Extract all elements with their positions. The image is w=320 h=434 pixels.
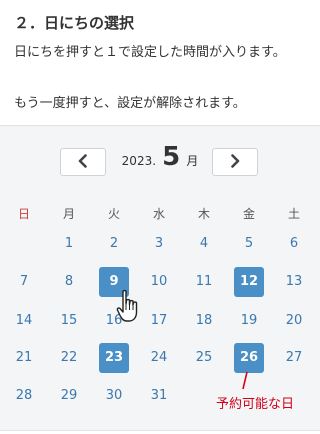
weekday-mon: 月	[62, 207, 75, 221]
hand-pointer-icon	[116, 289, 142, 323]
calendar-day[interactable]: 8	[54, 267, 84, 297]
calendar-day[interactable]: 17	[144, 306, 174, 336]
calendar-day[interactable]: 21	[9, 343, 39, 373]
calendar-day[interactable]: 31	[144, 381, 174, 411]
weekday-wed: 水	[152, 207, 165, 221]
month-number: 5	[162, 142, 181, 172]
calendar-day[interactable]: 14	[9, 306, 39, 336]
calendar-day[interactable]: 5	[234, 229, 264, 259]
weekday-thu: 木	[197, 207, 210, 221]
calendar-day[interactable]: 10	[144, 267, 174, 297]
chevron-left-icon	[77, 153, 89, 172]
calendar-day[interactable]: 4	[189, 229, 219, 259]
instruction-text-2: もう一度押すと、設定が解除されます。	[14, 96, 246, 111]
calendar-day-selected[interactable]: 26	[234, 343, 264, 373]
current-month-label: 2023. 5 月	[110, 142, 210, 172]
available-days-annotation: 予約可能な日	[216, 397, 295, 412]
weekday-sat: 土	[287, 207, 300, 221]
calendar-day-selected[interactable]: 23	[99, 343, 129, 373]
year-label: 2023.	[121, 154, 157, 168]
calendar-day[interactable]: 19	[234, 306, 264, 336]
next-month-button[interactable]	[212, 148, 258, 176]
calendar-day[interactable]: 3	[144, 229, 174, 259]
calendar-day[interactable]: 30	[99, 381, 129, 411]
calendar-day[interactable]: 20	[279, 306, 309, 336]
weekday-tue: 火	[107, 207, 120, 221]
calendar-day[interactable]: 13	[279, 267, 309, 297]
section-title: ２．日にちの選択	[14, 14, 135, 32]
calendar-day[interactable]: 1	[54, 229, 84, 259]
calendar-day[interactable]: 11	[189, 267, 219, 297]
calendar-day[interactable]: 29	[54, 381, 84, 411]
weekday-fri: 金	[242, 207, 255, 221]
instruction-text-1: 日にちを押すと１で設定した時間が入ります。	[14, 45, 286, 60]
calendar-day[interactable]: 7	[9, 267, 39, 297]
calendar-day[interactable]: 25	[189, 343, 219, 373]
calendar-day[interactable]: 6	[279, 229, 309, 259]
calendar-day[interactable]: 24	[144, 343, 174, 373]
calendar-day[interactable]: 22	[54, 343, 84, 373]
calendar-day-selected[interactable]: 12	[234, 267, 264, 297]
divider	[0, 430, 320, 431]
calendar-day[interactable]: 15	[54, 306, 84, 336]
calendar-day[interactable]: 27	[279, 343, 309, 373]
chevron-right-icon	[229, 153, 241, 172]
prev-month-button[interactable]	[60, 148, 106, 176]
calendar-day[interactable]: 2	[99, 229, 129, 259]
weekday-sun: 日	[17, 207, 30, 221]
calendar-day[interactable]: 28	[9, 381, 39, 411]
calendar-day[interactable]: 18	[189, 306, 219, 336]
month-unit: 月	[186, 154, 199, 168]
